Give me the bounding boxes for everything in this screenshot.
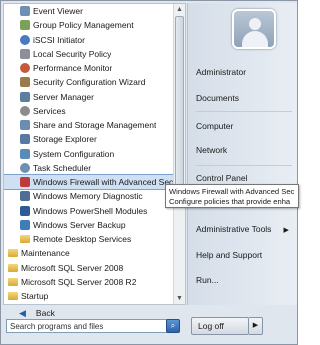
shutdown-options-arrow-icon[interactable]: ▶ xyxy=(249,317,263,335)
tooltip-description: Configure policies that provide enha xyxy=(169,197,291,206)
log-off-button[interactable]: Log off xyxy=(191,317,249,335)
event-viewer-icon xyxy=(20,6,30,17)
search-placeholder: Search programs and files xyxy=(10,321,104,331)
memory-diagnostic-icon xyxy=(20,191,30,202)
folder-item-startup[interactable]: Startup xyxy=(4,289,175,303)
program-item-iscsi[interactable]: iSCSI Initiator xyxy=(4,33,175,47)
search-icon[interactable]: ⌕ xyxy=(166,319,180,333)
tooltip-title: Windows Firewall with Advanced Sec xyxy=(169,187,295,196)
program-item-event-viewer[interactable]: Event Viewer xyxy=(4,4,175,18)
separator xyxy=(196,165,292,166)
right-pane: Administrator Documents Computer Network… xyxy=(187,3,297,305)
performance-monitor-icon xyxy=(20,63,30,74)
folder-icon xyxy=(8,292,18,301)
right-item-administrator[interactable]: Administrator xyxy=(196,67,246,77)
back-arrow-icon: ◀ xyxy=(19,307,26,318)
program-item-system-config[interactable]: System Configuration xyxy=(4,147,175,161)
folder-icon xyxy=(8,277,18,286)
program-item-server-backup[interactable]: Windows Server Backup xyxy=(4,218,175,232)
server-manager-icon xyxy=(20,91,30,102)
task-scheduler-icon xyxy=(20,162,30,173)
folder-item-sql-2008-r2[interactable]: Microsoft SQL Server 2008 R2 xyxy=(4,275,175,289)
right-item-computer[interactable]: Computer xyxy=(196,121,233,131)
folder-icon xyxy=(8,249,18,258)
right-item-network[interactable]: Network xyxy=(196,145,227,155)
storage-explorer-icon xyxy=(20,134,30,145)
programs-list-pane: Event Viewer Group Policy Management iSC… xyxy=(3,3,186,305)
programs-scrollbar[interactable]: ▲ ▼ xyxy=(173,4,185,304)
firewall-icon xyxy=(20,177,30,188)
back-button[interactable]: ◀ Back xyxy=(3,307,186,319)
folder-item-maintenance[interactable]: Maintenance xyxy=(4,246,175,260)
right-item-run[interactable]: Run... xyxy=(196,275,219,285)
program-item-remote-desktop[interactable]: Remote Desktop Services xyxy=(4,232,175,246)
folder-item-sql-2008[interactable]: Microsoft SQL Server 2008 xyxy=(4,261,175,275)
program-item-local-security[interactable]: Local Security Policy xyxy=(4,47,175,61)
scroll-down-arrow-icon[interactable]: ▼ xyxy=(174,293,185,304)
user-avatar[interactable] xyxy=(232,9,276,49)
program-item-share-storage[interactable]: Share and Storage Management xyxy=(4,118,175,132)
program-item-storage-explorer[interactable]: Storage Explorer xyxy=(4,132,175,146)
program-item-server-manager[interactable]: Server Manager xyxy=(4,90,175,104)
right-item-documents[interactable]: Documents xyxy=(196,93,239,103)
folder-icon xyxy=(20,235,30,244)
separator xyxy=(196,111,292,112)
start-menu: Event Viewer Group Policy Management iSC… xyxy=(0,0,299,345)
submenu-arrow-icon: ▶ xyxy=(283,227,289,234)
storage-management-icon xyxy=(20,120,30,131)
powershell-icon xyxy=(20,205,30,216)
programs-list: Event Viewer Group Policy Management iSC… xyxy=(4,4,176,303)
system-config-icon xyxy=(20,148,30,159)
iscsi-icon xyxy=(20,34,30,45)
program-item-task-scheduler[interactable]: Task Scheduler xyxy=(4,161,175,175)
server-backup-icon xyxy=(20,219,30,230)
program-item-memory-diagnostic[interactable]: Windows Memory Diagnostic xyxy=(4,189,175,203)
program-item-services[interactable]: Services xyxy=(4,104,175,118)
right-item-control-panel[interactable]: Control Panel xyxy=(196,173,248,183)
security-wizard-icon xyxy=(20,77,30,88)
program-item-firewall[interactable]: Windows Firewall with Advanced Security xyxy=(4,173,176,191)
services-icon xyxy=(20,105,30,116)
folder-icon xyxy=(8,263,18,272)
search-input[interactable]: Search programs and files xyxy=(6,319,178,333)
program-item-security-wizard[interactable]: Security Configuration Wizard xyxy=(4,75,175,89)
right-item-help-support[interactable]: Help and Support xyxy=(196,250,262,260)
tooltip: Windows Firewall with Advanced Sec Confi… xyxy=(165,184,299,208)
program-item-group-policy[interactable]: Group Policy Management xyxy=(4,18,175,32)
scroll-thumb[interactable] xyxy=(175,16,184,186)
program-item-performance[interactable]: Performance Monitor xyxy=(4,61,175,75)
right-item-administrative-tools[interactable]: Administrative Tools ▶ xyxy=(196,224,289,234)
group-policy-icon xyxy=(20,20,30,31)
back-label: Back xyxy=(35,308,55,318)
program-item-powershell[interactable]: Windows PowerShell Modules xyxy=(4,204,175,218)
scroll-up-arrow-icon[interactable]: ▲ xyxy=(174,4,185,15)
security-policy-icon xyxy=(20,48,30,59)
